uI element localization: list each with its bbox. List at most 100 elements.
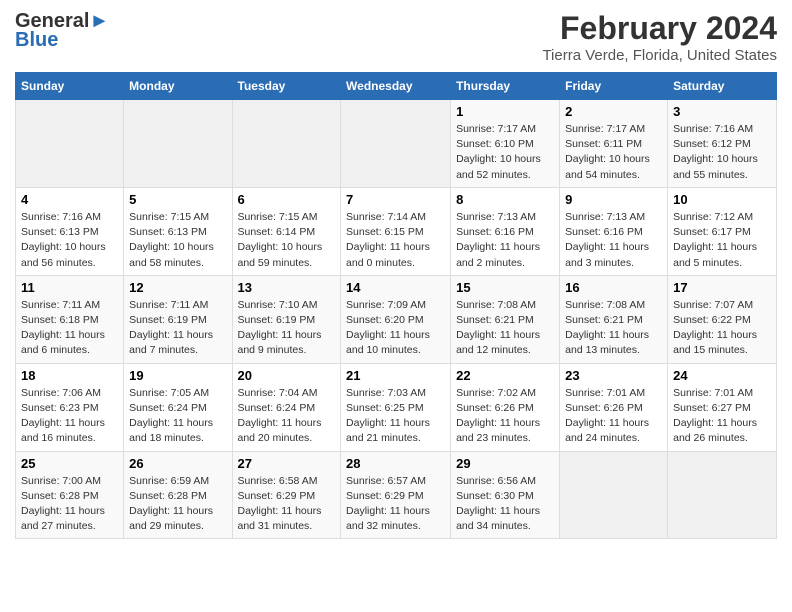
day-number: 6 <box>238 192 336 207</box>
calendar-cell <box>232 100 341 188</box>
day-number: 27 <box>238 456 336 471</box>
day-number: 29 <box>456 456 554 471</box>
day-info: Sunrise: 6:56 AM Sunset: 6:30 PM Dayligh… <box>456 474 554 535</box>
header-day-sunday: Sunday <box>16 73 124 100</box>
day-info: Sunrise: 7:09 AM Sunset: 6:20 PM Dayligh… <box>346 298 445 359</box>
day-info: Sunrise: 7:02 AM Sunset: 6:26 PM Dayligh… <box>456 386 554 447</box>
logo: General ► Blue <box>15 10 109 52</box>
calendar-cell: 14 Sunrise: 7:09 AM Sunset: 6:20 PM Dayli… <box>341 275 451 363</box>
day-info: Sunrise: 7:14 AM Sunset: 6:15 PM Dayligh… <box>346 210 445 271</box>
calendar-week-row: 4 Sunrise: 7:16 AM Sunset: 6:13 PM Daylig… <box>16 187 777 275</box>
day-number: 18 <box>21 368 118 383</box>
day-number: 26 <box>129 456 226 471</box>
calendar-cell: 20Sunrise: 7:04 AM Sunset: 6:24 PM Dayli… <box>232 363 341 451</box>
day-info: Sunrise: 7:15 AM Sunset: 6:13 PM Dayligh… <box>129 210 226 271</box>
calendar-cell: 21 Sunrise: 7:03 AM Sunset: 6:25 PM Dayli… <box>341 363 451 451</box>
calendar-cell: 26 Sunrise: 6:59 AM Sunset: 6:28 PM Dayli… <box>124 451 232 539</box>
day-info: Sunrise: 7:15 AM Sunset: 6:14 PM Dayligh… <box>238 210 336 271</box>
header-day-wednesday: Wednesday <box>341 73 451 100</box>
day-number: 17 <box>673 280 771 295</box>
calendar-cell: 17 Sunrise: 7:07 AM Sunset: 6:22 PM Dayli… <box>668 275 777 363</box>
header-day-monday: Monday <box>124 73 232 100</box>
day-info: Sunrise: 6:57 AM Sunset: 6:29 PM Dayligh… <box>346 474 445 535</box>
day-number: 20 <box>238 368 336 383</box>
day-info: Sunrise: 7:06 AM Sunset: 6:23 PM Dayligh… <box>21 386 118 447</box>
day-number: 12 <box>129 280 226 295</box>
calendar-cell: 2 Sunrise: 7:17 AM Sunset: 6:11 PM Daylig… <box>560 100 668 188</box>
day-number: 16 <box>565 280 662 295</box>
calendar-cell: 8 Sunrise: 7:13 AM Sunset: 6:16 PM Daylig… <box>451 187 560 275</box>
calendar-cell: 3Sunrise: 7:16 AM Sunset: 6:12 PM Daylig… <box>668 100 777 188</box>
day-number: 4 <box>21 192 118 207</box>
logo-arrow-icon: ► <box>89 10 109 33</box>
calendar-cell <box>341 100 451 188</box>
calendar-cell: 7 Sunrise: 7:14 AM Sunset: 6:15 PM Daylig… <box>341 187 451 275</box>
calendar-cell: 24 Sunrise: 7:01 AM Sunset: 6:27 PM Dayli… <box>668 363 777 451</box>
calendar-cell: 6 Sunrise: 7:15 AM Sunset: 6:14 PM Daylig… <box>232 187 341 275</box>
day-info: Sunrise: 6:59 AM Sunset: 6:28 PM Dayligh… <box>129 474 226 535</box>
day-number: 1 <box>456 104 554 119</box>
header-day-thursday: Thursday <box>451 73 560 100</box>
header-day-saturday: Saturday <box>668 73 777 100</box>
calendar-week-row: 1 Sunrise: 7:17 AM Sunset: 6:10 PM Daylig… <box>16 100 777 188</box>
calendar-table: SundayMondayTuesdayWednesdayThursdayFrid… <box>15 72 777 539</box>
calendar-cell: 22Sunrise: 7:02 AM Sunset: 6:26 PM Dayli… <box>451 363 560 451</box>
day-info: Sunrise: 7:00 AM Sunset: 6:28 PM Dayligh… <box>21 474 118 535</box>
day-info: Sunrise: 7:03 AM Sunset: 6:25 PM Dayligh… <box>346 386 445 447</box>
calendar-cell: 4 Sunrise: 7:16 AM Sunset: 6:13 PM Daylig… <box>16 187 124 275</box>
day-info: Sunrise: 7:17 AM Sunset: 6:10 PM Dayligh… <box>456 122 554 183</box>
day-number: 8 <box>456 192 554 207</box>
day-number: 2 <box>565 104 662 119</box>
logo-blue-text: Blue <box>15 29 58 52</box>
calendar-cell: 5 Sunrise: 7:15 AM Sunset: 6:13 PM Daylig… <box>124 187 232 275</box>
day-info: Sunrise: 7:01 AM Sunset: 6:27 PM Dayligh… <box>673 386 771 447</box>
day-info: Sunrise: 7:13 AM Sunset: 6:16 PM Dayligh… <box>565 210 662 271</box>
day-number: 15 <box>456 280 554 295</box>
day-number: 10 <box>673 192 771 207</box>
day-number: 21 <box>346 368 445 383</box>
header-day-tuesday: Tuesday <box>232 73 341 100</box>
day-number: 11 <box>21 280 118 295</box>
day-number: 19 <box>129 368 226 383</box>
day-info: Sunrise: 7:11 AM Sunset: 6:19 PM Dayligh… <box>129 298 226 359</box>
day-info: Sunrise: 6:58 AM Sunset: 6:29 PM Dayligh… <box>238 474 336 535</box>
calendar-week-row: 11Sunrise: 7:11 AM Sunset: 6:18 PM Dayli… <box>16 275 777 363</box>
calendar-week-row: 25Sunrise: 7:00 AM Sunset: 6:28 PM Dayli… <box>16 451 777 539</box>
calendar-cell: 10 Sunrise: 7:12 AM Sunset: 6:17 PM Dayli… <box>668 187 777 275</box>
day-info: Sunrise: 7:16 AM Sunset: 6:13 PM Dayligh… <box>21 210 118 271</box>
day-number: 13 <box>238 280 336 295</box>
calendar-cell: 13 Sunrise: 7:10 AM Sunset: 6:19 PM Dayli… <box>232 275 341 363</box>
day-info: Sunrise: 7:07 AM Sunset: 6:22 PM Dayligh… <box>673 298 771 359</box>
title-section: February 2024 Tierra Verde, Florida, Uni… <box>542 10 777 64</box>
day-number: 14 <box>346 280 445 295</box>
header: General ► Blue February 2024 Tierra Verd… <box>15 10 777 64</box>
calendar-cell: 23 Sunrise: 7:01 AM Sunset: 6:26 PM Dayli… <box>560 363 668 451</box>
day-info: Sunrise: 7:10 AM Sunset: 6:19 PM Dayligh… <box>238 298 336 359</box>
calendar-cell <box>668 451 777 539</box>
day-number: 7 <box>346 192 445 207</box>
calendar-week-row: 18 Sunrise: 7:06 AM Sunset: 6:23 PM Dayli… <box>16 363 777 451</box>
day-number: 9 <box>565 192 662 207</box>
day-number: 3 <box>673 104 771 119</box>
calendar-cell: 29 Sunrise: 6:56 AM Sunset: 6:30 PM Dayli… <box>451 451 560 539</box>
day-info: Sunrise: 7:12 AM Sunset: 6:17 PM Dayligh… <box>673 210 771 271</box>
location-title: Tierra Verde, Florida, United States <box>542 47 777 64</box>
calendar-cell: 12 Sunrise: 7:11 AM Sunset: 6:19 PM Dayli… <box>124 275 232 363</box>
day-number: 23 <box>565 368 662 383</box>
day-number: 28 <box>346 456 445 471</box>
calendar-cell <box>124 100 232 188</box>
day-number: 5 <box>129 192 226 207</box>
day-info: Sunrise: 7:13 AM Sunset: 6:16 PM Dayligh… <box>456 210 554 271</box>
calendar-cell: 28 Sunrise: 6:57 AM Sunset: 6:29 PM Dayli… <box>341 451 451 539</box>
calendar-cell: 18 Sunrise: 7:06 AM Sunset: 6:23 PM Dayli… <box>16 363 124 451</box>
calendar-cell <box>560 451 668 539</box>
calendar-header-row: SundayMondayTuesdayWednesdayThursdayFrid… <box>16 73 777 100</box>
calendar-cell: 25Sunrise: 7:00 AM Sunset: 6:28 PM Dayli… <box>16 451 124 539</box>
day-info: Sunrise: 7:01 AM Sunset: 6:26 PM Dayligh… <box>565 386 662 447</box>
day-info: Sunrise: 7:05 AM Sunset: 6:24 PM Dayligh… <box>129 386 226 447</box>
month-title: February 2024 <box>542 10 777 47</box>
calendar-cell: 15Sunrise: 7:08 AM Sunset: 6:21 PM Dayli… <box>451 275 560 363</box>
calendar-cell: 11Sunrise: 7:11 AM Sunset: 6:18 PM Dayli… <box>16 275 124 363</box>
day-number: 24 <box>673 368 771 383</box>
day-info: Sunrise: 7:17 AM Sunset: 6:11 PM Dayligh… <box>565 122 662 183</box>
